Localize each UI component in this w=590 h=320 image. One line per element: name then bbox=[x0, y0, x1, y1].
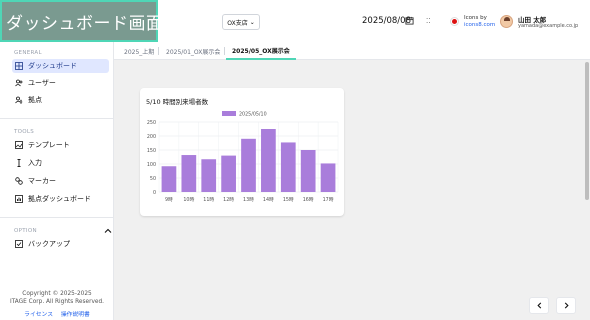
legend-label: 2025/05/10 bbox=[239, 112, 267, 118]
prev-page-button[interactable] bbox=[529, 297, 549, 314]
sidebar-item-label: ユーザー bbox=[28, 79, 56, 87]
sidebar-item-label: テンプレート bbox=[28, 141, 70, 149]
chevron-down-icon: ⌄ bbox=[249, 18, 255, 26]
x-tick-label: 12時 bbox=[223, 197, 234, 203]
sidebar: GENERAL ダッシュボード ユーザー 拠点 TOOLS テンプレート 入力 … bbox=[0, 42, 114, 320]
x-tick-label: 14時 bbox=[263, 197, 274, 203]
y-tick-label: 250 bbox=[147, 120, 156, 126]
bar bbox=[320, 163, 336, 192]
tab-label: 2025/05_OX展示会 bbox=[232, 47, 290, 55]
dashboard-icon bbox=[15, 62, 23, 70]
sidebar-item-backup[interactable]: バックアップ bbox=[12, 237, 109, 251]
tab-2025-05-ox[interactable]: 2025/05_OX展示会 bbox=[226, 42, 296, 60]
section-label-option: OPTION bbox=[14, 228, 37, 234]
page-title-box: ダッシュボード画面 bbox=[0, 0, 163, 42]
x-tick-label: 10時 bbox=[183, 197, 194, 203]
user-email: yamada@example.co.jp bbox=[518, 23, 579, 29]
chart-card: 5/10 時間別来場者数 0 50 100 150 200 250 9時 10時 11時 12時 1… bbox=[140, 88, 344, 216]
template-icon bbox=[15, 141, 23, 149]
backup-icon bbox=[15, 240, 23, 248]
bar bbox=[161, 166, 177, 192]
chevron-left-icon bbox=[536, 302, 541, 309]
manual-link[interactable]: 操作説明書 bbox=[61, 312, 90, 318]
sidebar-item-label: マーカー bbox=[28, 177, 56, 185]
japan-flag-icon[interactable] bbox=[450, 17, 459, 26]
sidebar-item-label: バックアップ bbox=[28, 240, 70, 248]
app-header: ダッシュボード画面 OX支店 ⌄ 2025/08/08 ⁚⁚ Icons by … bbox=[0, 0, 590, 42]
y-tick-label: 0 bbox=[153, 190, 156, 196]
sidebar-item-label: ダッシュボード bbox=[28, 62, 77, 70]
sidebar-item-template[interactable]: テンプレート bbox=[12, 138, 109, 152]
text-cursor-icon bbox=[17, 159, 21, 167]
x-tick-label: 13時 bbox=[243, 197, 254, 203]
icons8-link[interactable]: icons8.com bbox=[464, 22, 495, 29]
sidebar-item-users[interactable]: ユーザー bbox=[12, 76, 109, 90]
bar bbox=[201, 159, 217, 192]
tab-separator bbox=[224, 47, 225, 55]
copyright: Copyright © 2025-2025 ITAGE Corp. All Ri… bbox=[0, 290, 114, 306]
link-icon bbox=[15, 177, 23, 185]
expand-icon[interactable]: ⁚⁚ bbox=[426, 17, 430, 25]
tab-bar: 2025_上期 2025/01_OX展示会 2025/05_OX展示会 bbox=[114, 42, 590, 60]
x-tick-label: 17時 bbox=[323, 197, 334, 203]
copyright-line: ITAGE Corp. All Rights Reserved. bbox=[10, 299, 104, 305]
tab-2025-h1[interactable]: 2025_上期 bbox=[118, 42, 160, 60]
legend-swatch bbox=[222, 111, 236, 116]
sidebar-item-label: 拠点ダッシュボード bbox=[28, 195, 91, 203]
scrollbar[interactable] bbox=[585, 62, 589, 200]
x-tick-label: 15時 bbox=[283, 197, 294, 203]
bar bbox=[261, 129, 276, 192]
chevron-right-icon bbox=[564, 302, 569, 309]
section-label-tools: TOOLS bbox=[14, 129, 35, 135]
y-tick-label: 50 bbox=[150, 176, 156, 182]
avatar[interactable] bbox=[500, 15, 513, 28]
sidebar-item-label: 入力 bbox=[28, 159, 42, 167]
icons-credit: Icons by icons8.com bbox=[464, 15, 495, 29]
sidebar-item-input[interactable]: 入力 bbox=[12, 156, 109, 170]
sidebar-item-dashboard[interactable]: ダッシュボード bbox=[12, 59, 109, 73]
tab-separator bbox=[158, 47, 159, 55]
calendar-icon[interactable] bbox=[405, 16, 414, 25]
chevron-up-icon[interactable] bbox=[104, 227, 112, 235]
users-icon bbox=[15, 79, 23, 87]
date-display: 2025/08/08 bbox=[362, 16, 411, 26]
page-title: ダッシュボード画面 bbox=[6, 13, 164, 34]
sidebar-item-location-dashboard[interactable]: 拠点ダッシュボード bbox=[12, 192, 109, 206]
tab-label: 2025/01_OX展示会 bbox=[166, 48, 221, 56]
bar bbox=[300, 150, 316, 192]
bar-chart: 0 50 100 150 200 250 9時 10時 11時 12時 13時 14時 15時 16時 17… bbox=[147, 111, 339, 203]
y-tick-label: 200 bbox=[147, 134, 156, 140]
icons-credit-label: Icons by bbox=[464, 15, 487, 21]
store-select[interactable]: OX支店 ⌄ bbox=[222, 14, 260, 30]
license-link[interactable]: ライセンス bbox=[24, 312, 53, 318]
bar bbox=[181, 155, 197, 192]
copyright-line: Copyright © 2025-2025 bbox=[22, 291, 92, 297]
sidebar-divider bbox=[0, 118, 114, 119]
bar bbox=[241, 138, 256, 192]
section-label-general: GENERAL bbox=[14, 50, 42, 56]
chart-icon bbox=[15, 195, 23, 203]
bar bbox=[221, 155, 236, 192]
x-tick-label: 11時 bbox=[203, 197, 214, 203]
bar bbox=[280, 142, 296, 192]
tab-label: 2025_上期 bbox=[124, 48, 155, 56]
sidebar-item-marker[interactable]: マーカー bbox=[12, 174, 109, 188]
sidebar-divider bbox=[0, 217, 114, 218]
y-tick-label: 100 bbox=[147, 162, 156, 168]
sidebar-item-label: 拠点 bbox=[28, 96, 42, 104]
location-users-icon bbox=[15, 96, 23, 104]
y-tick-label: 150 bbox=[147, 148, 156, 154]
x-tick-label: 16時 bbox=[303, 197, 314, 203]
store-select-value: OX支店 bbox=[227, 19, 248, 27]
footer-links: ライセンス 操作説明書 bbox=[0, 309, 114, 318]
tab-2025-01-ox[interactable]: 2025/01_OX展示会 bbox=[160, 42, 226, 60]
next-page-button[interactable] bbox=[556, 297, 576, 314]
x-tick-label: 9時 bbox=[165, 197, 173, 203]
sidebar-item-locations[interactable]: 拠点 bbox=[12, 93, 109, 107]
